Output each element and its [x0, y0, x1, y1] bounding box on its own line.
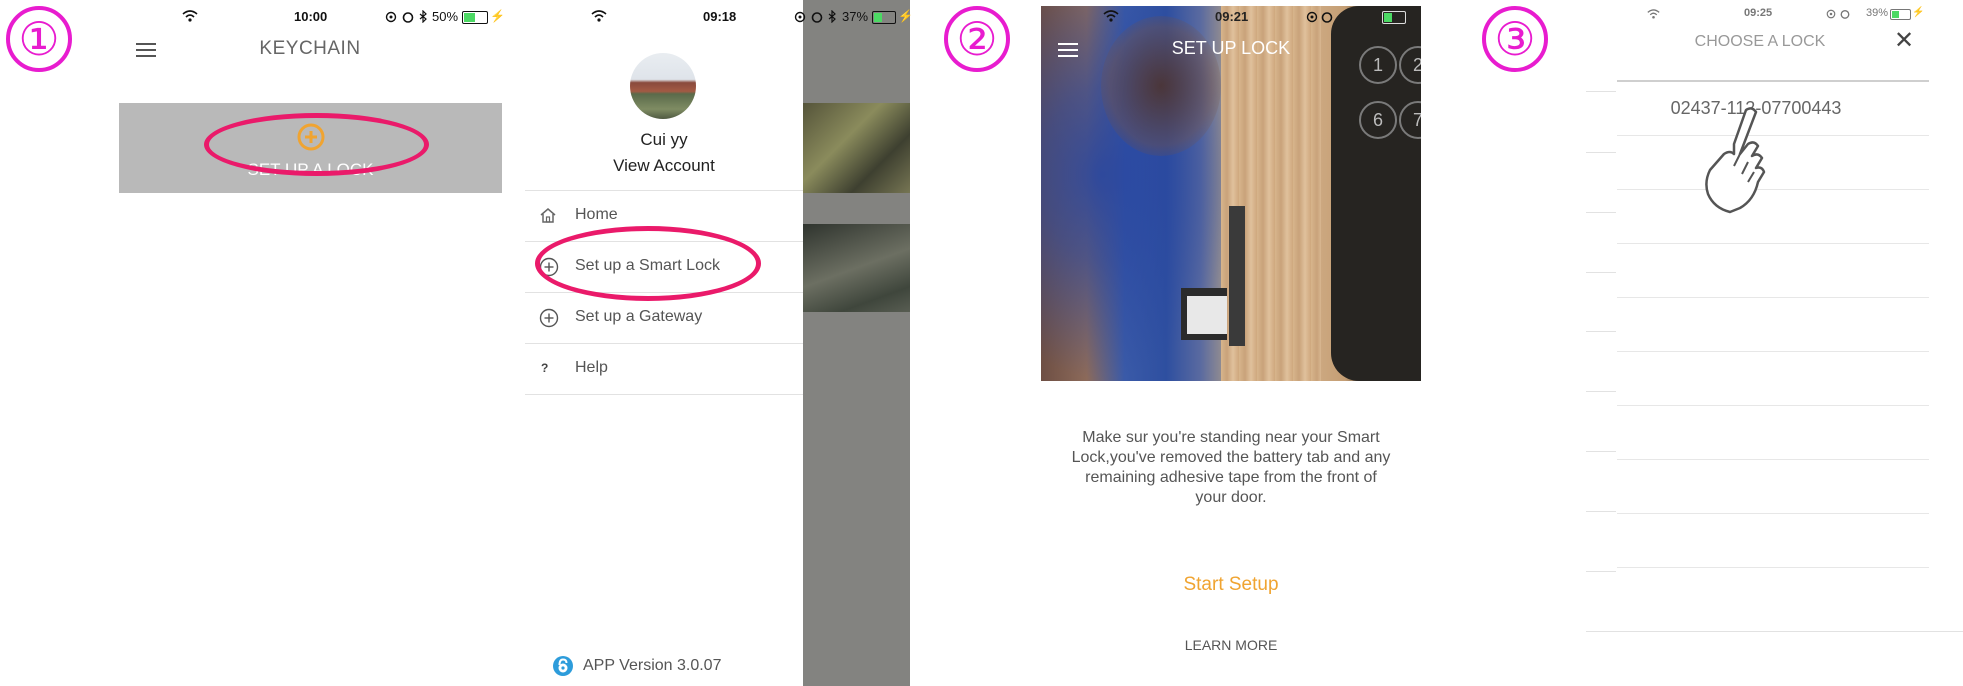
alarm-icon: [402, 12, 414, 23]
page-title: KEYCHAIN: [259, 38, 361, 59]
wifi-icon: [591, 10, 607, 22]
step-1-marker: ①: [6, 6, 72, 72]
orientation-lock-icon: [1306, 11, 1318, 23]
close-icon[interactable]: ✕: [1894, 26, 1914, 55]
keypad-key-1: 1: [1359, 46, 1397, 84]
menu-label-help: Help: [575, 359, 608, 376]
plus-circle-icon: [539, 308, 559, 328]
list-bottom-divider: [1586, 631, 1963, 632]
list-item: [1617, 460, 1929, 514]
divider: [1586, 152, 1616, 153]
background-photo-2: [803, 224, 910, 312]
divider: [1586, 272, 1616, 273]
orientation-lock-icon: [794, 11, 806, 23]
divider: [1586, 511, 1616, 512]
divider: [1586, 91, 1616, 92]
question-icon: ?: [541, 361, 549, 375]
status-time: 09:25: [1744, 7, 1773, 19]
avatar[interactable]: [630, 53, 696, 119]
hero-photo: 1 2 6 7: [1041, 6, 1421, 381]
status-time: 10:00: [294, 9, 328, 24]
home-icon: [540, 208, 556, 223]
view-account-link[interactable]: View Account: [525, 156, 803, 176]
wifi-icon: [1647, 9, 1660, 19]
alarm-icon: [1840, 10, 1850, 19]
battery-icon: [1890, 9, 1911, 20]
page-title: SET UP LOCK: [1171, 38, 1291, 58]
list-item: [1617, 352, 1929, 406]
menu-item-help[interactable]: ? Help: [525, 343, 803, 395]
battery-icon: [872, 11, 896, 24]
charging-icon: ⚡: [1912, 7, 1925, 18]
step-2-marker: ②: [944, 6, 1010, 72]
app-version: APP Version 3.0.07: [583, 657, 722, 674]
battery-icon: [462, 11, 488, 24]
page-title: CHOOSE A LOCK: [1694, 33, 1826, 50]
battery-percent: 50%: [432, 9, 459, 24]
background-photo-1: [803, 103, 910, 193]
bluetooth-icon: [419, 10, 427, 23]
battery-percent: 37%: [842, 9, 869, 24]
divider: [1586, 571, 1616, 572]
charging-icon: ⚡: [898, 9, 913, 23]
divider: [1586, 212, 1616, 213]
bluetooth-icon: [828, 10, 836, 23]
hamburger-menu-icon[interactable]: [136, 43, 156, 57]
divider: [1586, 331, 1616, 332]
setup-instructions: Make sur you're standing near your Smart…: [1071, 429, 1391, 506]
keypad-key-6: 6: [1359, 101, 1397, 139]
divider: [1586, 451, 1616, 452]
status-time: 09:18: [703, 9, 737, 24]
menu-label-home: Home: [575, 206, 618, 223]
hamburger-menu-icon[interactable]: [1058, 43, 1078, 57]
battery-percent: 39%: [1866, 7, 1889, 19]
highlight-ring-smart-lock: [535, 226, 761, 301]
alarm-icon: [811, 12, 823, 23]
user-name: Cui yy: [640, 130, 688, 149]
battery-icon: [1382, 11, 1406, 24]
orientation-lock-icon: [1826, 9, 1836, 19]
menu-label-set-up-gateway: Set up a Gateway: [575, 308, 703, 325]
list-item: [1617, 244, 1929, 298]
orientation-lock-icon: [385, 11, 397, 23]
highlight-ring-setup: [204, 113, 429, 176]
tap-hand-icon: [1705, 107, 1766, 214]
status-time: 09:21: [1215, 9, 1249, 24]
step-3-marker: ③: [1482, 6, 1548, 72]
list-item: [1617, 406, 1929, 460]
alarm-icon: [1321, 12, 1333, 23]
list-item: [1617, 298, 1929, 352]
start-setup-button[interactable]: Start Setup: [1131, 574, 1331, 596]
list-item: [1617, 514, 1929, 568]
charging-icon: ⚡: [490, 9, 505, 23]
wifi-icon: [1103, 10, 1119, 22]
app-logo-icon: [553, 656, 573, 676]
learn-more-link[interactable]: LEARN MORE: [1131, 637, 1331, 653]
divider: [1586, 391, 1616, 392]
wifi-icon: [182, 10, 198, 22]
